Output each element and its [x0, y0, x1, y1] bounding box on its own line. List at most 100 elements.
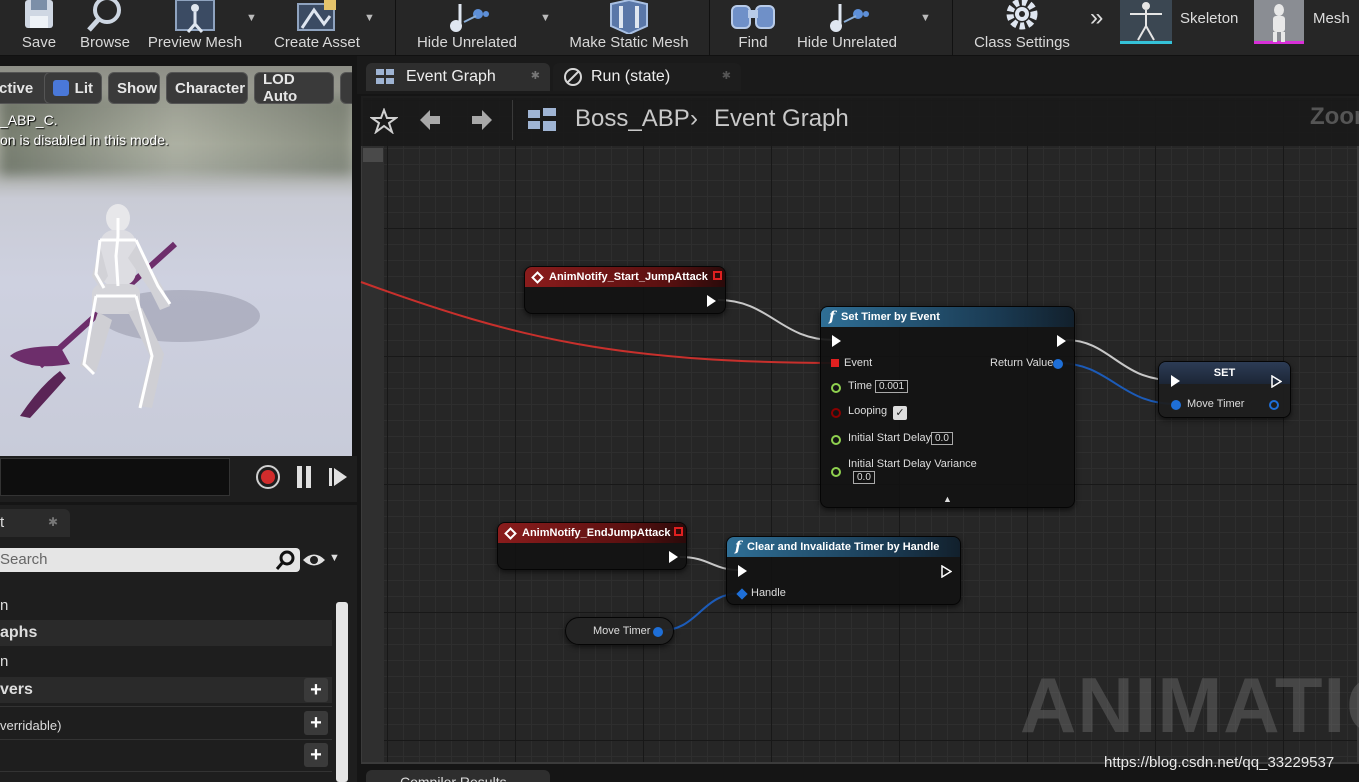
make-static-mesh-label: Make Static Mesh [569, 34, 689, 51]
exec-in-pin[interactable] [832, 335, 841, 347]
forward-arrow-icon[interactable] [470, 108, 494, 132]
initial-start-delay-input[interactable]: 0.0 [931, 432, 953, 445]
record-icon[interactable] [255, 464, 281, 490]
find-button[interactable]: Find [730, 0, 776, 56]
exec-out-pin[interactable] [1057, 335, 1066, 347]
tab-run-state[interactable]: Run (state) ✱ [553, 63, 741, 91]
initial-start-delay-variance-pin[interactable] [831, 467, 841, 477]
add-button[interactable]: + [304, 678, 328, 702]
my-blueprint-tab[interactable]: t ✱ [0, 509, 70, 537]
tab-run-state-label: Run (state) [591, 68, 671, 85]
delegate-pin[interactable] [713, 271, 722, 280]
eye-icon[interactable] [302, 551, 326, 569]
breadcrumb-separator-icon: › [690, 105, 698, 132]
create-asset-dropdown-icon[interactable]: ▼ [364, 12, 375, 24]
list-item-functions[interactable]: n [0, 648, 332, 674]
hide-unrelated-button-2[interactable]: Hide Unrelated [792, 0, 902, 56]
time-pin[interactable] [831, 383, 841, 393]
save-button[interactable]: Save [16, 0, 62, 56]
make-static-mesh-button[interactable]: Make Static Mesh [564, 0, 694, 56]
initial-start-delay-pin[interactable] [831, 435, 841, 445]
list-item-graphs[interactable]: aphs [0, 620, 332, 646]
time-value-input[interactable]: 0.001 [875, 380, 909, 393]
viewport-character-button[interactable]: Character [166, 72, 248, 104]
get-move-timer-node[interactable]: Move Timer [565, 617, 674, 645]
looping-pin[interactable] [831, 408, 841, 418]
list-item-graphs-header[interactable]: n [0, 592, 332, 618]
class-settings-button[interactable]: Class Settings [968, 0, 1076, 56]
mesh-mode-label[interactable]: Mesh [1313, 10, 1350, 27]
collapse-arrow-icon[interactable]: ▲ [943, 494, 952, 504]
timeline-scrubber[interactable] [0, 458, 230, 496]
delegate-pin[interactable] [674, 527, 683, 536]
viewport-lod-label: LOD Auto [263, 71, 298, 105]
breadcrumb-graph[interactable]: Event Graph [714, 105, 849, 133]
viewport-more-button[interactable] [340, 72, 352, 104]
graph-icon [376, 69, 394, 84]
pause-icon[interactable] [295, 464, 313, 490]
exec-out-pin[interactable] [941, 565, 952, 578]
hide-unrelated-button-1[interactable]: Hide Unrelated [412, 0, 522, 56]
exec-in-pin[interactable] [738, 565, 747, 577]
skeleton-mode-label[interactable]: Skeleton [1180, 10, 1238, 27]
list-item-overrides[interactable]: vers [0, 677, 332, 703]
hide-unrelated-dropdown-icon-2[interactable]: ▼ [920, 12, 931, 24]
variable-label-move-timer: Move Timer [593, 625, 651, 637]
preview-mesh-dropdown-icon[interactable]: ▼ [246, 12, 257, 24]
node-title: Clear and Invalidate Timer by Handle [747, 541, 940, 553]
view-options-dropdown-icon[interactable]: ▼ [329, 552, 340, 564]
move-timer-in-pin[interactable] [1171, 400, 1181, 410]
exec-in-pin[interactable] [1171, 375, 1180, 387]
list-item-label: verridable) [0, 717, 62, 733]
add-button[interactable]: + [304, 743, 328, 767]
move-timer-out-pin[interactable] [653, 627, 663, 637]
set-move-timer-node[interactable]: SET Move Timer [1158, 361, 1291, 418]
scrollbar-thumb[interactable] [363, 148, 383, 162]
move-timer-out-pin[interactable] [1269, 400, 1279, 410]
tab-event-graph[interactable]: Event Graph ✱ [366, 63, 550, 91]
node-title: Set Timer by Event [841, 311, 940, 323]
viewport-show-button[interactable]: Show [108, 72, 160, 104]
set-timer-by-event-node[interactable]: f Set Timer by Event Event Return Value … [820, 306, 1075, 508]
preview-viewport[interactable]: ctive Lit Show Character LOD Auto _ABP_C… [0, 66, 352, 456]
exec-out-pin[interactable] [1271, 375, 1282, 388]
add-button[interactable]: + [304, 711, 328, 735]
clear-and-invalidate-timer-node[interactable]: f Clear and Invalidate Timer by Handle H… [726, 536, 961, 605]
list-item-overridable[interactable]: verridable) [0, 712, 332, 738]
skeleton-mode-thumbnail[interactable] [1120, 0, 1172, 44]
handle-pin[interactable] [736, 588, 748, 600]
close-tab-icon[interactable]: ✱ [531, 69, 540, 82]
close-tab-icon[interactable]: ✱ [722, 69, 731, 82]
looping-checkbox[interactable]: ✓ [893, 406, 907, 420]
viewport-lod-button[interactable]: LOD Auto [254, 71, 334, 105]
back-arrow-icon[interactable] [418, 108, 442, 132]
create-asset-icon [297, 0, 336, 31]
star-icon[interactable] [370, 108, 398, 134]
exec-out-pin[interactable] [669, 551, 678, 563]
close-tab-icon[interactable]: ✱ [48, 515, 58, 529]
graph-vertical-scrollbar[interactable] [362, 146, 384, 762]
create-asset-button[interactable]: Create Asset [270, 0, 364, 56]
initial-start-delay-variance-input[interactable]: 0.0 [853, 471, 875, 484]
play-forward-icon[interactable] [327, 466, 349, 488]
hide-unrelated-dropdown-icon-1[interactable]: ▼ [540, 12, 551, 24]
tab-compiler-results[interactable]: Compiler Results [366, 770, 550, 782]
viewport-lit-label: Lit [74, 79, 93, 97]
browse-button[interactable]: Browse [76, 0, 134, 56]
viewport-lit-button[interactable]: Lit [44, 72, 102, 104]
node-header: f Clear and Invalidate Timer by Handle [727, 537, 960, 557]
return-value-pin[interactable] [1053, 359, 1063, 369]
preview-mesh-button[interactable]: Preview Mesh [144, 0, 246, 56]
exec-out-pin[interactable] [707, 295, 716, 307]
viewport-realtime-label: ctive [0, 79, 34, 97]
scrollbar[interactable] [336, 602, 348, 782]
event-pin[interactable] [831, 359, 839, 367]
breadcrumb-asset[interactable]: Boss_ABP [575, 105, 690, 133]
anim-notify-end-node[interactable]: AnimNotify_EndJumpAttack [497, 522, 687, 570]
mesh-mode-thumbnail[interactable] [1254, 0, 1304, 44]
anim-notify-start-node[interactable]: AnimNotify_Start_JumpAttack [524, 266, 726, 314]
viewport-info-line1: _ABP_C. [0, 112, 58, 128]
viewport-character-label: Character [175, 79, 246, 97]
search-icon[interactable] [275, 549, 297, 571]
toolbar-overflow-icon[interactable]: » [1090, 4, 1103, 32]
